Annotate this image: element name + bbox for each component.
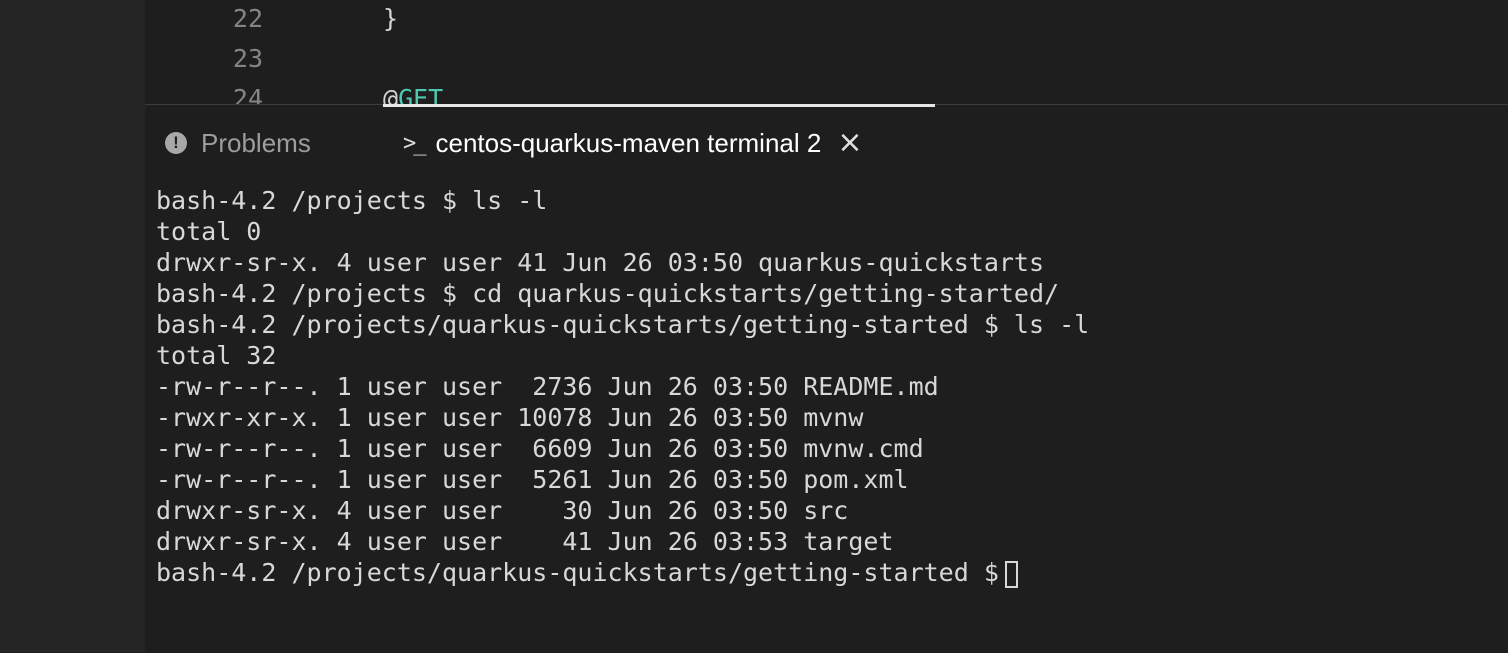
terminal-cursor [1004, 560, 1018, 588]
code-text: @GET [383, 84, 443, 105]
terminal-line: -rw-r--r--. 1 user user 6609 Jun 26 03:5… [156, 434, 924, 463]
line-number: 23 [232, 44, 263, 73]
sidebar-gutter [0, 0, 145, 652]
terminal-line: -rwxr-xr-x. 1 user user 10078 Jun 26 03:… [156, 403, 864, 432]
annotation-name: GET [398, 84, 444, 105]
warning-circle-icon: ! [165, 132, 187, 154]
terminal-line: total 0 [156, 217, 262, 246]
terminal-line: bash-4.2 /projects/quarkus-quickstarts/g… [156, 310, 1090, 339]
tab-label: centos-quarkus-maven terminal 2 [435, 127, 822, 158]
code-line: 23 [145, 44, 1508, 84]
terminal-line: drwxr-sr-x. 4 user user 41 Jun 26 03:50 … [156, 248, 1045, 277]
terminal-line: bash-4.2 /projects $ ls -l [156, 186, 548, 215]
terminal-line: drwxr-sr-x. 4 user user 30 Jun 26 03:50 … [156, 496, 849, 525]
line-number: 24 [232, 84, 263, 105]
terminal-output[interactable]: bash-4.2 /projects $ ls -l total 0 drwxr… [156, 185, 1496, 588]
tab-problems[interactable]: ! Problems [165, 123, 311, 163]
tab-label: Problems [201, 127, 311, 158]
code-line: 24 @GET [145, 84, 1508, 105]
code-line: 22 } [145, 4, 1508, 44]
bottom-panel: ! Problems >_ centos-quarkus-maven termi… [145, 104, 1508, 653]
line-number: 22 [232, 4, 263, 33]
code-text: } [383, 4, 399, 33]
terminal-prompt: bash-4.2 /projects/quarkus-quickstarts/g… [156, 558, 999, 587]
close-icon[interactable]: × [837, 128, 862, 158]
code-editor[interactable]: 22 } 23 24 @GET [145, 0, 1508, 105]
terminal-line: -rw-r--r--. 1 user user 2736 Jun 26 03:5… [156, 372, 939, 401]
terminal-prompt-line[interactable]: bash-4.2 /projects/quarkus-quickstarts/g… [156, 557, 1496, 588]
terminal-line: total 32 [156, 341, 277, 370]
tab-terminal[interactable]: >_ centos-quarkus-maven terminal 2 × [403, 123, 862, 163]
annotation-at: @ [383, 84, 399, 105]
terminal-line: -rw-r--r--. 1 user user 5261 Jun 26 03:5… [156, 465, 909, 494]
terminal-prompt-icon: >_ [403, 130, 426, 156]
terminal-line: bash-4.2 /projects $ cd quarkus-quicksta… [156, 279, 1060, 308]
terminal-line: drwxr-sr-x. 4 user user 41 Jun 26 03:53 … [156, 527, 894, 556]
active-tab-indicator [383, 104, 935, 107]
